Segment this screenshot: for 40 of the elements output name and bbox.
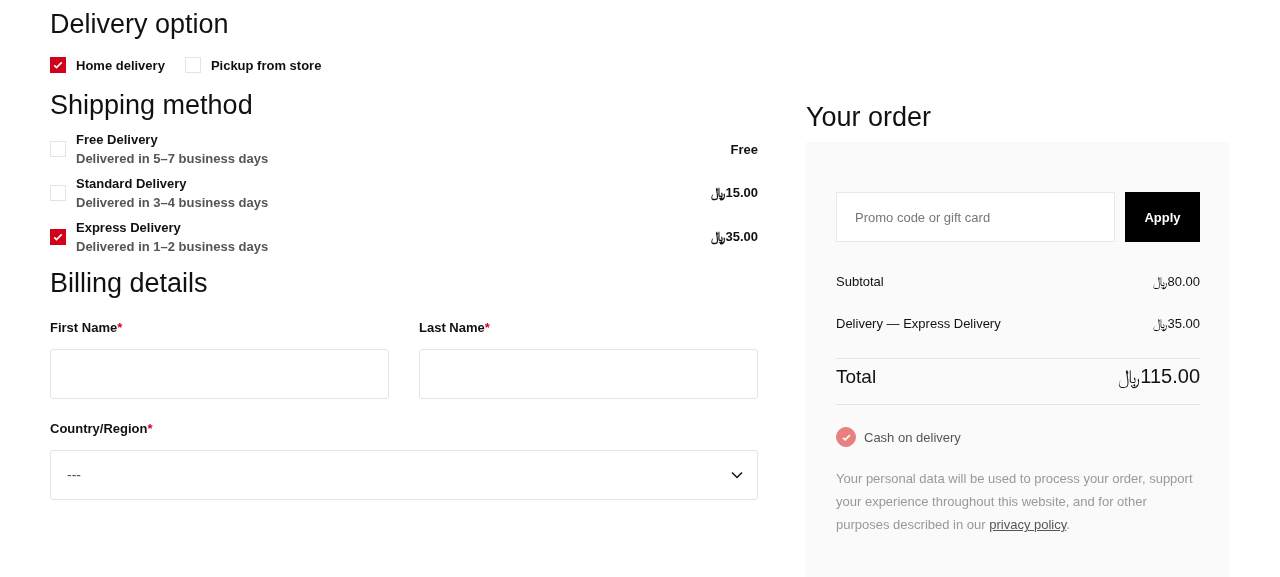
summary-label: Delivery — Express Delivery	[836, 316, 1001, 332]
radio-button[interactable]	[836, 427, 856, 447]
total-label: Total	[836, 365, 877, 388]
checkmark-icon	[52, 231, 64, 243]
section-heading: Billing details	[50, 267, 209, 300]
option-label: Home delivery	[76, 57, 165, 73]
method-price: ﷼35.00	[711, 229, 758, 245]
method-name: Express Delivery	[76, 220, 182, 235]
input-field[interactable]	[50, 349, 389, 399]
summary-amount: ﷼80.00	[1153, 274, 1200, 290]
input-field[interactable]	[419, 349, 758, 399]
method-price: Free	[730, 141, 758, 157]
checkbox[interactable]	[50, 57, 66, 73]
total-amount: ﷼115.00	[1118, 365, 1200, 388]
method-detail: Delivered in 3–4 business days	[76, 195, 270, 210]
option-label: Pickup from store	[210, 57, 322, 73]
apply-button[interactable]: Apply	[1125, 192, 1200, 242]
method-price: ﷼15.00	[711, 185, 758, 201]
required-mark: *	[147, 421, 153, 436]
method-name: Standard Delivery	[76, 176, 188, 191]
field-label: Country/Region	[50, 421, 148, 436]
method-detail: Delivered in 1–2 business days	[76, 239, 270, 254]
checkmark-icon	[52, 59, 64, 71]
summary-amount: ﷼35.00	[1153, 316, 1200, 332]
country-select[interactable]: ---	[50, 450, 758, 500]
required-mark: *	[117, 320, 123, 335]
method-name: Free Delivery	[76, 132, 159, 147]
summary-label: Subtotal	[836, 274, 884, 290]
section-heading: Your order	[806, 101, 933, 134]
field-label: Last Name	[419, 320, 485, 335]
payment-label: Cash on delivery	[864, 429, 961, 445]
field-label: First Name	[50, 320, 118, 335]
section-heading: Delivery option	[50, 8, 230, 41]
checkbox[interactable]	[50, 229, 66, 245]
promo-code-field[interactable]: Promo code or gift card	[836, 192, 1115, 242]
required-mark: *	[484, 320, 490, 335]
method-detail: Delivered in 5–7 business days	[76, 151, 270, 166]
privacy-notice: Your personal data will be used to process your order, support your experience throughout this website, and for other purposes described in our privacy policy.	[836, 470, 1194, 534]
section-heading: Shipping method	[50, 89, 254, 122]
chevron-down-icon	[731, 471, 743, 479]
